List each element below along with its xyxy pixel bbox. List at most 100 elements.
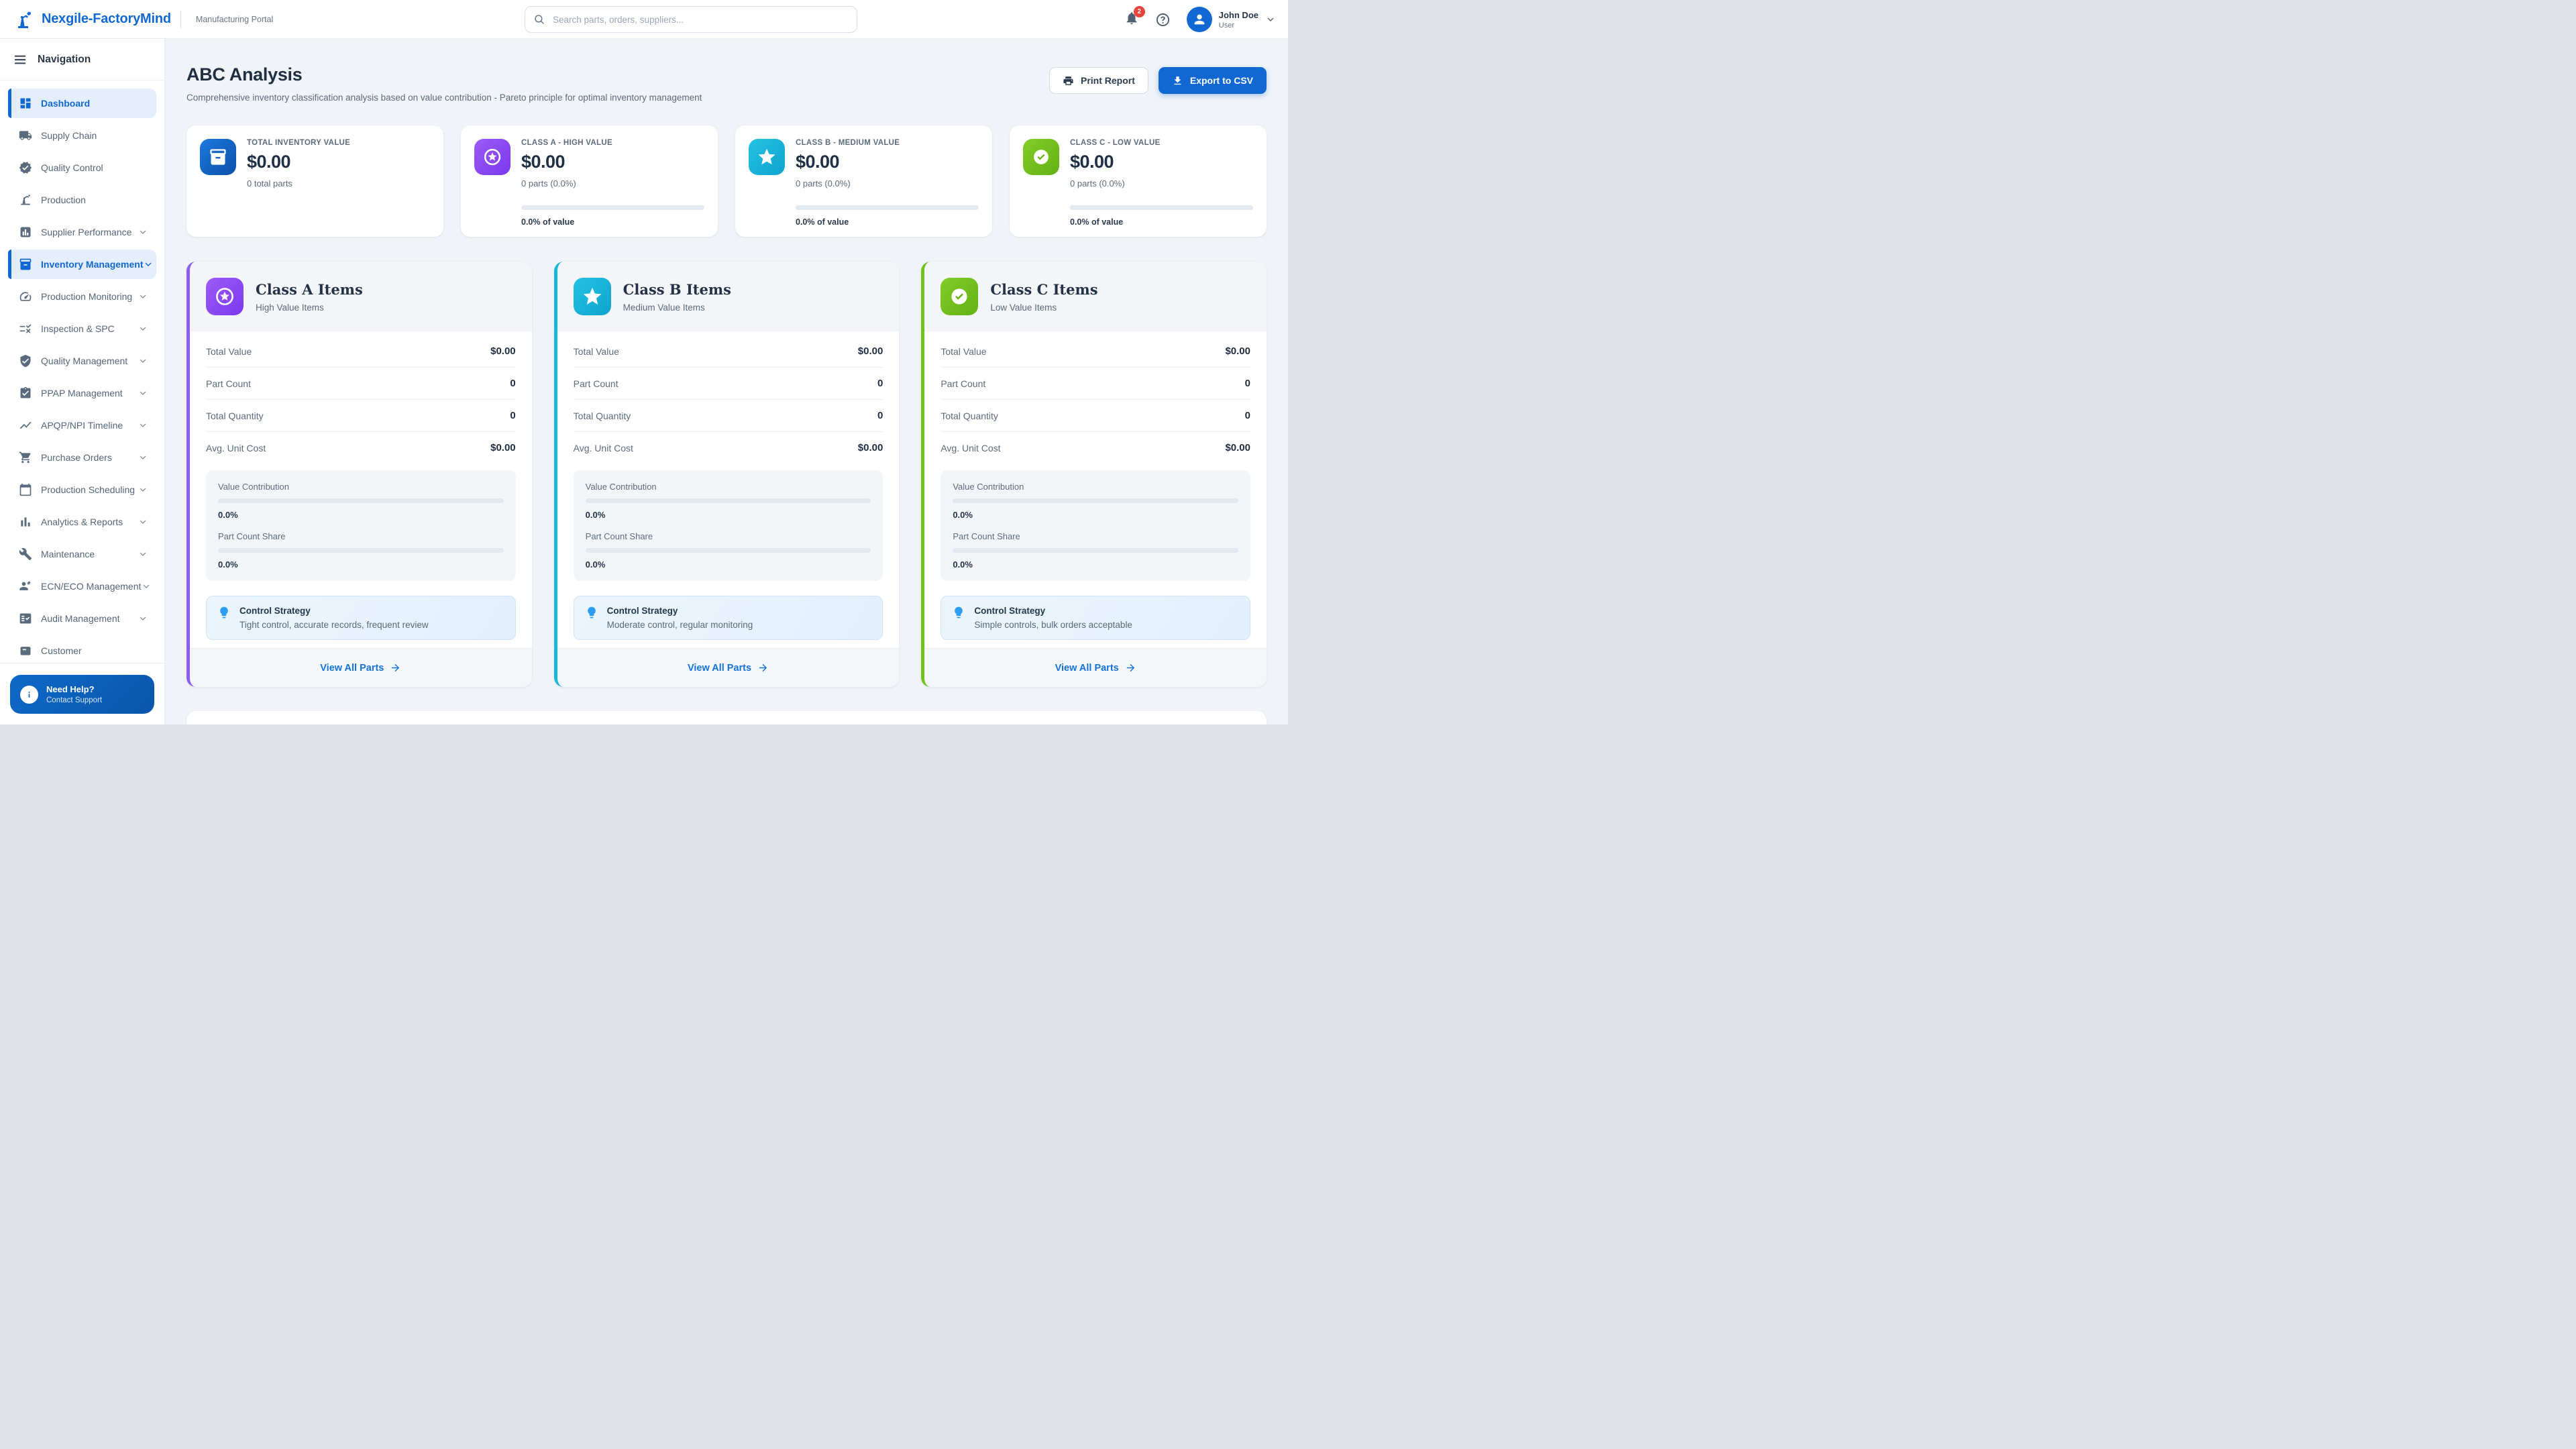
sidebar-item-production[interactable]: Production bbox=[8, 185, 156, 215]
cart-icon bbox=[19, 451, 32, 464]
sidebar-item-quality-control[interactable]: Quality Control bbox=[8, 153, 156, 182]
lightbulb-icon bbox=[585, 606, 598, 619]
robot-arm-logo-icon bbox=[15, 9, 35, 30]
sidebar-item-analytics-reports[interactable]: Analytics & Reports bbox=[8, 507, 156, 537]
stat-value: $0.00 bbox=[247, 152, 430, 172]
stat-sub: 0 parts (0.0%) bbox=[1070, 178, 1253, 189]
value-contribution-bar bbox=[953, 498, 1238, 503]
sidebar-item-supplier-performance[interactable]: Supplier Performance bbox=[8, 217, 156, 247]
chevron-down-icon bbox=[138, 291, 148, 302]
check-circle-icon bbox=[1023, 139, 1059, 175]
inventory-box-icon bbox=[19, 258, 32, 271]
view-all-parts-link[interactable]: View All Parts bbox=[557, 648, 900, 687]
top-bar: Nexgile-FactoryMind Manufacturing Portal… bbox=[0, 0, 1288, 39]
class-card-subtitle: Low Value Items bbox=[990, 303, 1097, 313]
sidebar-item-production-scheduling[interactable]: Production Scheduling bbox=[8, 475, 156, 504]
chevron-down-icon bbox=[138, 420, 148, 431]
wrench-icon bbox=[19, 547, 32, 561]
notifications-button[interactable]: 2 bbox=[1124, 11, 1139, 29]
class-card-header: Class A Items High Value Items bbox=[190, 262, 532, 331]
class-card-header: Class B Items Medium Value Items bbox=[557, 262, 900, 331]
dashboard-icon bbox=[19, 97, 32, 110]
sidebar-item-inspection-spc[interactable]: Inspection & SPC bbox=[8, 314, 156, 343]
view-all-parts-link[interactable]: View All Parts bbox=[924, 648, 1267, 687]
calendar-icon bbox=[19, 483, 32, 496]
search-input[interactable] bbox=[551, 14, 849, 25]
stat-row: Part Count0 bbox=[941, 368, 1250, 400]
info-icon bbox=[20, 686, 38, 704]
sidebar-title: Navigation bbox=[38, 54, 91, 66]
value-contribution-bar bbox=[586, 498, 871, 503]
menu-icon[interactable] bbox=[13, 52, 28, 67]
next-section-card bbox=[186, 711, 1267, 724]
stat-row: Avg. Unit Cost$0.00 bbox=[941, 432, 1250, 464]
page-title: ABC Analysis bbox=[186, 64, 702, 85]
class-card-title: Class A Items bbox=[256, 281, 363, 298]
summary-cards: TOTAL INVENTORY VALUE $0.00 0 total part… bbox=[186, 125, 1267, 237]
class-card-stats: Total Value$0.00 Part Count0 Total Quant… bbox=[924, 331, 1267, 464]
sidebar-item-quality-management[interactable]: Quality Management bbox=[8, 346, 156, 376]
search-icon bbox=[533, 13, 545, 25]
part-count-share-bar bbox=[218, 548, 504, 553]
sidebar-item-ecn-eco-management[interactable]: ECN/ECO Management bbox=[8, 572, 156, 601]
star-icon bbox=[749, 139, 785, 175]
user-role: User bbox=[1219, 21, 1258, 30]
stat-sub: 0 parts (0.0%) bbox=[796, 178, 979, 189]
stat-label: CLASS B - MEDIUM VALUE bbox=[796, 139, 979, 147]
class-card-title: Class C Items bbox=[990, 281, 1097, 298]
sidebar-item-maintenance[interactable]: Maintenance bbox=[8, 539, 156, 569]
stat-value: $0.00 bbox=[1070, 152, 1253, 172]
truck-icon bbox=[19, 129, 32, 142]
stat-row: Total Value$0.00 bbox=[574, 335, 883, 368]
sidebar-item-ppap-management[interactable]: PPAP Management bbox=[8, 378, 156, 408]
stat-row: Avg. Unit Cost$0.00 bbox=[206, 432, 516, 464]
sidebar-item-purchase-orders[interactable]: Purchase Orders bbox=[8, 443, 156, 472]
sidebar-item-apqp-npi-timeline[interactable]: APQP/NPI Timeline bbox=[8, 411, 156, 440]
chevron-down-icon bbox=[138, 484, 148, 495]
chevron-down-icon bbox=[138, 388, 148, 398]
stat-row: Total Quantity0 bbox=[941, 400, 1250, 432]
stat-sub: 0 total parts bbox=[247, 178, 430, 189]
class-a-summary-card: CLASS A - HIGH VALUE $0.00 0 parts (0.0%… bbox=[461, 125, 718, 237]
robot-arm-icon bbox=[19, 193, 32, 207]
brand-divider bbox=[180, 11, 181, 28]
class-card-title: Class B Items bbox=[623, 281, 731, 298]
chevron-down-icon bbox=[138, 517, 148, 527]
sidebar-item-inventory-management[interactable]: Inventory Management bbox=[8, 250, 156, 279]
class-cards: Class A Items High Value Items Total Val… bbox=[186, 262, 1267, 687]
sidebar-footer: Need Help? Contact Support bbox=[0, 663, 164, 724]
brand-tagline: Manufacturing Portal bbox=[196, 15, 273, 24]
inventory-icon bbox=[200, 139, 236, 175]
control-strategy-panel: Control Strategy Moderate control, regul… bbox=[574, 596, 883, 640]
value-contribution-bar bbox=[218, 498, 504, 503]
sidebar-item-audit-management[interactable]: Audit Management bbox=[8, 604, 156, 633]
help-title: Need Help? bbox=[46, 684, 102, 694]
control-strategy-panel: Control Strategy Tight control, accurate… bbox=[206, 596, 516, 640]
export-csv-button[interactable]: Export to CSV bbox=[1159, 67, 1267, 94]
part-count-share-bar bbox=[586, 548, 871, 553]
chevron-down-icon bbox=[138, 613, 148, 624]
sidebar-nav: Dashboard Supply Chain Quality Control P… bbox=[0, 80, 164, 663]
class-a-card: Class A Items High Value Items Total Val… bbox=[186, 262, 532, 687]
bar-chart-icon bbox=[19, 515, 32, 529]
sidebar-item-supply-chain[interactable]: Supply Chain bbox=[8, 121, 156, 150]
sidebar-item-customer[interactable]: Customer bbox=[8, 636, 156, 663]
help-button[interactable] bbox=[1155, 12, 1171, 28]
user-menu[interactable]: John Doe User bbox=[1187, 7, 1276, 32]
engineer-icon bbox=[19, 580, 32, 593]
sidebar-item-production-monitoring[interactable]: Production Monitoring bbox=[8, 282, 156, 311]
stat-row: Total Quantity0 bbox=[574, 400, 883, 432]
part-count-share-bar bbox=[953, 548, 1238, 553]
chevron-down-icon bbox=[138, 227, 148, 237]
view-all-parts-link[interactable]: View All Parts bbox=[190, 648, 532, 687]
person-icon bbox=[1192, 12, 1207, 27]
stat-label: CLASS A - HIGH VALUE bbox=[521, 139, 704, 147]
print-report-button[interactable]: Print Report bbox=[1049, 67, 1148, 94]
contribution-panel: Value Contribution 0.0% Part Count Share… bbox=[941, 470, 1250, 581]
contact-support-card[interactable]: Need Help? Contact Support bbox=[10, 675, 154, 714]
lightbulb-icon bbox=[217, 606, 231, 619]
printer-icon bbox=[1063, 75, 1074, 87]
arrow-right-icon bbox=[1125, 662, 1136, 674]
top-right-cluster: 2 John Doe User bbox=[1124, 0, 1276, 39]
sidebar-item-dashboard[interactable]: Dashboard bbox=[8, 89, 156, 118]
